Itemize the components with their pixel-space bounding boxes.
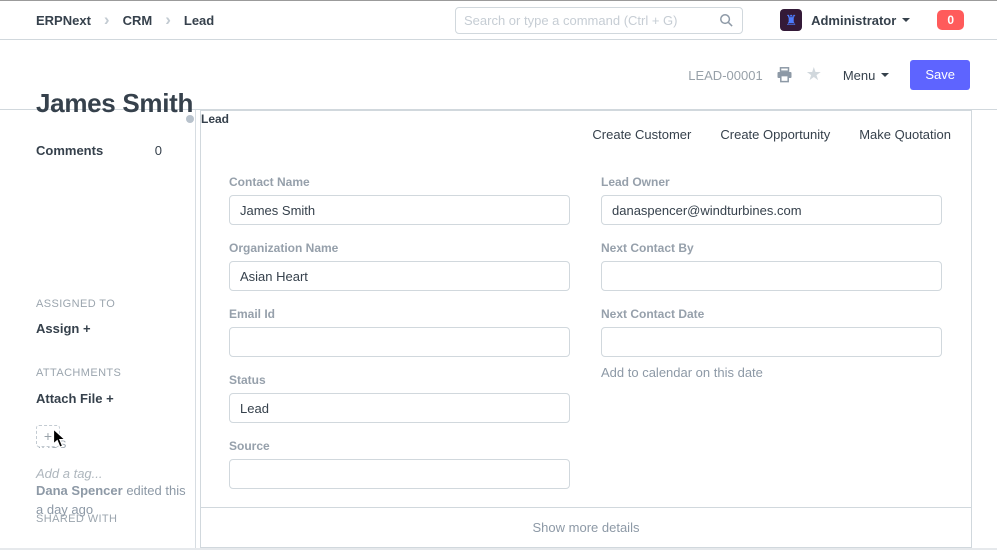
field-contact-name: Contact Name	[229, 175, 570, 225]
share-add-button[interactable]: +	[36, 425, 60, 447]
comments-label: Comments	[36, 143, 103, 158]
page-header-actions: LEAD-00001 ★ Menu Save	[688, 40, 970, 110]
contact-name-input[interactable]	[229, 195, 570, 225]
search-icon[interactable]	[719, 13, 734, 28]
modified-by-user: Dana Spencer	[36, 483, 123, 498]
save-button[interactable]: Save	[910, 60, 970, 90]
global-search	[455, 7, 743, 34]
comments-count: 0	[155, 143, 162, 158]
email-id-input[interactable]	[229, 327, 570, 357]
menu-dropdown[interactable]: Menu	[843, 68, 890, 83]
navbar-right: ♜ Administrator 0	[780, 1, 964, 39]
field-next-contact-date: Next Contact Date Add to calendar on thi…	[601, 307, 942, 380]
chevron-right-icon: ›	[104, 11, 110, 28]
add-tag-input[interactable]: Add a tag...	[36, 466, 103, 481]
comments-link[interactable]: Comments 0	[36, 143, 162, 158]
chevron-down-icon[interactable]	[902, 18, 910, 22]
status-indicator: Lead	[186, 112, 229, 126]
lead-owner-input[interactable]	[601, 195, 942, 225]
notifications-badge[interactable]: 0	[937, 10, 964, 30]
form-card: Create Customer Create Opportunity Make …	[200, 110, 972, 548]
window-top-edge	[0, 0, 997, 1]
print-icon[interactable]	[776, 67, 793, 83]
lead-owner-label: Lead Owner	[601, 175, 942, 189]
organization-name-input[interactable]	[229, 261, 570, 291]
show-more-details-button[interactable]: Show more details	[201, 507, 971, 547]
source-select[interactable]	[229, 459, 570, 489]
status-dot-icon	[186, 115, 194, 123]
user-avatar[interactable]: ♜	[780, 9, 802, 31]
attachments-heading: ATTACHMENTS	[36, 367, 121, 379]
status-select[interactable]	[229, 393, 570, 423]
assigned-to-heading: ASSIGNED TO	[36, 298, 115, 310]
breadcrumb-erpnext[interactable]: ERPNext	[36, 13, 91, 28]
erpnext-lead-page: ERPNext › CRM › Lead ♜ Administrator 0 J…	[0, 0, 997, 550]
document-id: LEAD-00001	[688, 68, 762, 83]
next-contact-by-input[interactable]	[601, 261, 942, 291]
assign-button[interactable]: Assign +	[36, 321, 91, 336]
email-id-label: Email Id	[229, 307, 570, 321]
next-contact-by-label: Next Contact By	[601, 241, 942, 255]
make-quotation-button[interactable]: Make Quotation	[859, 127, 951, 142]
form-sidebar: Comments 0 ASSIGNED TO Assign + ATTACHME…	[0, 110, 196, 548]
last-modified-note: Dana Spencer edited this a day ago	[36, 481, 188, 519]
next-contact-date-help: Add to calendar on this date	[601, 365, 942, 380]
search-input[interactable]	[464, 13, 719, 28]
status-field-label: Status	[229, 373, 570, 387]
next-contact-date-input[interactable]	[601, 327, 942, 357]
chevron-down-icon	[881, 73, 889, 77]
field-next-contact-by: Next Contact By	[601, 241, 942, 291]
chevron-right-icon: ›	[165, 11, 171, 28]
field-source: Source	[229, 439, 570, 489]
form-column-right: Lead Owner Next Contact By Next Contact …	[601, 175, 942, 396]
status-label: Lead	[201, 112, 229, 126]
create-opportunity-button[interactable]: Create Opportunity	[720, 127, 830, 142]
create-customer-button[interactable]: Create Customer	[592, 127, 691, 142]
user-menu[interactable]: Administrator	[811, 13, 896, 28]
attach-file-button[interactable]: Attach File +	[36, 391, 114, 406]
organization-name-label: Organization Name	[229, 241, 570, 255]
contact-name-label: Contact Name	[229, 175, 570, 189]
navbar: ERPNext › CRM › Lead ♜ Administrator 0	[0, 1, 997, 40]
favorite-star-icon[interactable]: ★	[806, 65, 822, 83]
breadcrumb-crm[interactable]: CRM	[123, 13, 153, 28]
form-column-left: Contact Name Organization Name Email Id …	[229, 175, 570, 505]
field-email-id: Email Id	[229, 307, 570, 357]
page-header: James Smith Lead LEAD-00001 ★ Menu Save	[0, 40, 997, 110]
field-status: Status	[229, 373, 570, 423]
source-label: Source	[229, 439, 570, 453]
document-actions: Create Customer Create Opportunity Make …	[592, 127, 951, 142]
breadcrumb-lead[interactable]: Lead	[184, 13, 214, 28]
field-lead-owner: Lead Owner	[601, 175, 942, 225]
breadcrumb: ERPNext › CRM › Lead	[36, 1, 214, 39]
menu-label: Menu	[843, 68, 876, 83]
field-organization-name: Organization Name	[229, 241, 570, 291]
next-contact-date-label: Next Contact Date	[601, 307, 942, 321]
